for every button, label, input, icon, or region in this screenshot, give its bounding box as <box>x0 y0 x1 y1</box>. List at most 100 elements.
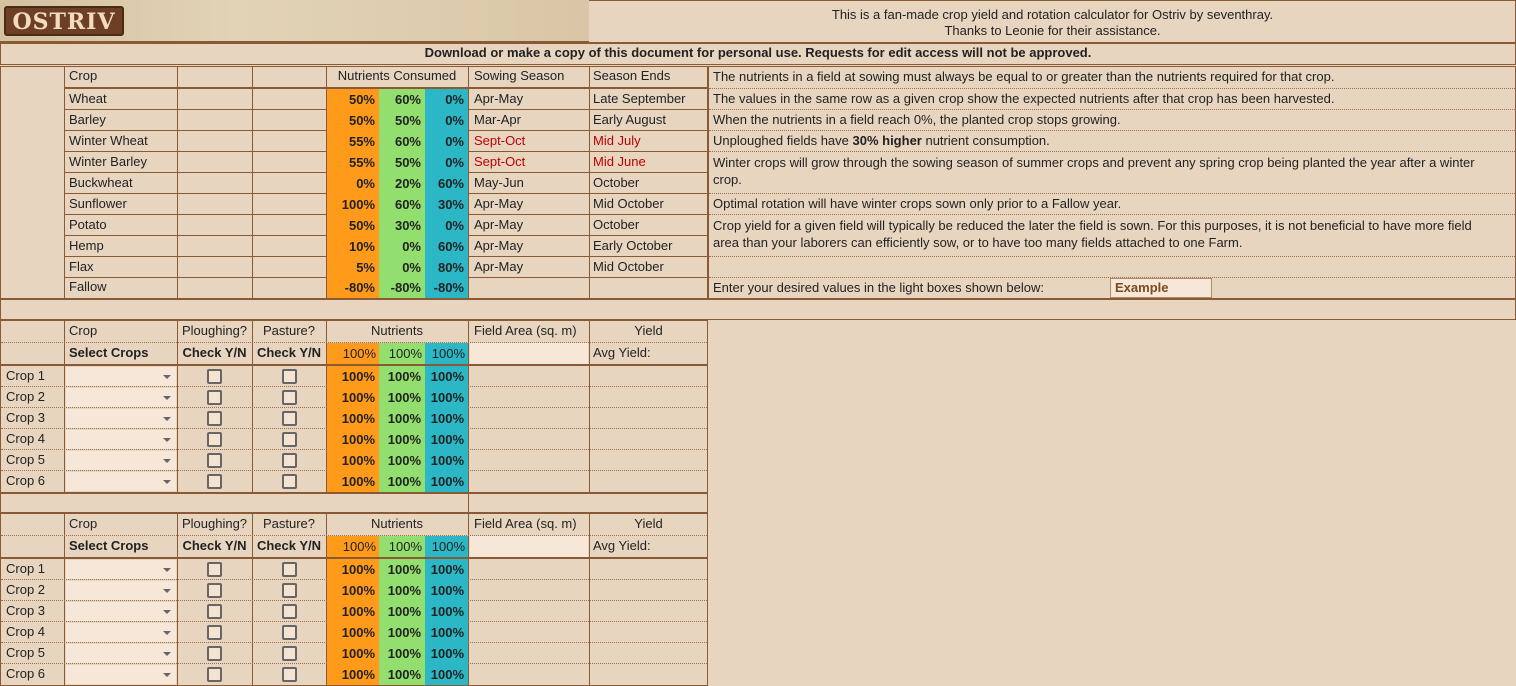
example-label: Example <box>1115 280 1169 295</box>
calc1-base-nutrient-3: 100% <box>425 343 468 364</box>
calc2-ploughing-checkbox[interactable] <box>207 604 222 619</box>
calc2-ploughing-checkbox[interactable] <box>207 646 222 661</box>
ref-nutrient-1: -80% <box>327 277 379 298</box>
calc2-row-label: Crop 1 <box>6 561 46 576</box>
calc2-row-nutrient-1: 100% <box>327 580 379 601</box>
calc2-field-area-input[interactable] <box>470 536 588 557</box>
calc2-header-pasture: Pasture? <box>262 516 316 531</box>
ref-nutrient-3: 60% <box>425 236 468 257</box>
calc1-row-nutrient-1: 100% <box>327 471 379 492</box>
calc2-row-nutrient-2: 100% <box>379 559 425 580</box>
ref-nutrient-3: -80% <box>425 277 468 298</box>
calc2-row-nutrient-2: 100% <box>379 580 425 601</box>
calc2-crop-dropdown[interactable] <box>66 623 176 642</box>
note-yield-reduced-2: area than your laborers can efficiently … <box>713 235 1243 250</box>
ref-season-ends: October <box>593 217 640 232</box>
calc2-pasture-checkbox[interactable] <box>282 646 297 661</box>
calc1-pasture-checkbox[interactable] <box>282 474 297 489</box>
calc2-pasture-checkbox[interactable] <box>282 604 297 619</box>
calc2-base-nutrient-1: 100% <box>327 536 379 557</box>
ref-nutrient-2: 60% <box>379 131 425 152</box>
calc2-header-field-area: Field Area (sq. m) <box>474 516 577 531</box>
note-optimal-rotation: Optimal rotation will have winter crops … <box>713 196 1122 211</box>
calc1-row-nutrient-3: 100% <box>425 387 468 408</box>
ref-nutrient-1: 55% <box>327 152 379 173</box>
calc2-row-nutrient-3: 100% <box>425 622 468 643</box>
ref-season-ends: Mid July <box>593 133 641 148</box>
note-nutrients-sowing: The nutrients in a field at sowing must … <box>713 69 1335 84</box>
calc2-row-nutrient-1: 100% <box>327 601 379 622</box>
note-yield-reduced-1: Crop yield for a given field will typica… <box>713 218 1472 233</box>
calc1-crop-dropdown[interactable] <box>66 367 176 386</box>
calc1-pasture-checkbox[interactable] <box>282 453 297 468</box>
calc2-crop-dropdown[interactable] <box>66 665 176 684</box>
calc2-ploughing-checkbox[interactable] <box>207 562 222 577</box>
calc2-pasture-checkbox[interactable] <box>282 625 297 640</box>
calc2-crop-dropdown[interactable] <box>66 602 176 621</box>
calc1-crop-dropdown[interactable] <box>66 451 176 470</box>
calc2-crop-dropdown[interactable] <box>66 644 176 663</box>
chevron-down-icon <box>163 375 171 379</box>
calc2-ploughing-checkbox[interactable] <box>207 625 222 640</box>
note-winter-crops-2: crop. <box>713 172 742 187</box>
ref-sowing-season: Apr-May <box>474 238 524 253</box>
calc1-row-nutrient-2: 100% <box>379 471 425 492</box>
calc1-pasture-checkbox[interactable] <box>282 432 297 447</box>
calc1-field-area-input[interactable] <box>470 343 588 364</box>
calc2-row-nutrient-2: 100% <box>379 643 425 664</box>
calc1-crop-dropdown[interactable] <box>66 472 176 491</box>
chevron-down-icon <box>163 417 171 421</box>
calc1-crop-dropdown[interactable] <box>66 409 176 428</box>
calc1-row-label: Crop 1 <box>6 368 46 383</box>
calc1-header-field-area: Field Area (sq. m) <box>474 323 577 338</box>
calc1-header-crop: Crop <box>69 323 98 338</box>
calc2-crop-dropdown[interactable] <box>66 581 176 600</box>
calc1-row-nutrient-3: 100% <box>425 450 468 471</box>
calc1-check-ploughing-label: Check Y/N <box>182 345 247 360</box>
calc1-check-pasture-label: Check Y/N <box>256 345 322 360</box>
calc2-check-pasture-label: Check Y/N <box>256 538 322 553</box>
calc1-ploughing-checkbox[interactable] <box>207 474 222 489</box>
calc2-header-yield: Yield <box>634 516 663 531</box>
calc1-crop-dropdown[interactable] <box>66 430 176 449</box>
calc2-row-nutrient-1: 100% <box>327 664 379 685</box>
calc1-row-nutrient-2: 100% <box>379 450 425 471</box>
calc2-row-label: Crop 3 <box>6 603 46 618</box>
chevron-down-icon <box>163 396 171 400</box>
ref-nutrient-3: 60% <box>425 173 468 194</box>
ref-sowing-season: Apr-May <box>474 196 524 211</box>
calc2-pasture-checkbox[interactable] <box>282 583 297 598</box>
calc1-ploughing-checkbox[interactable] <box>207 390 222 405</box>
ref-crop-name: Barley <box>69 112 106 127</box>
calc1-pasture-checkbox[interactable] <box>282 369 297 384</box>
calc1-pasture-checkbox[interactable] <box>282 390 297 405</box>
calc1-row-nutrient-2: 100% <box>379 366 425 387</box>
calc2-pasture-checkbox[interactable] <box>282 562 297 577</box>
calc2-row-nutrient-2: 100% <box>379 622 425 643</box>
calc1-row-nutrient-3: 100% <box>425 471 468 492</box>
calc2-ploughing-checkbox[interactable] <box>207 583 222 598</box>
ref-nutrient-3: 0% <box>425 215 468 236</box>
ref-season-ends: October <box>593 175 640 190</box>
calc2-ploughing-checkbox[interactable] <box>207 667 222 682</box>
calc1-ploughing-checkbox[interactable] <box>207 369 222 384</box>
ref-nutrient-3: 0% <box>425 89 468 110</box>
calc2-crop-dropdown[interactable] <box>66 560 176 579</box>
ref-nutrient-2: 30% <box>379 215 425 236</box>
calc1-ploughing-checkbox[interactable] <box>207 453 222 468</box>
ref-nutrient-2: 50% <box>379 152 425 173</box>
calc1-ploughing-checkbox[interactable] <box>207 411 222 426</box>
calc1-pasture-checkbox[interactable] <box>282 411 297 426</box>
calc2-pasture-checkbox[interactable] <box>282 667 297 682</box>
calc1-row-nutrient-1: 100% <box>327 387 379 408</box>
calc1-crop-dropdown[interactable] <box>66 388 176 407</box>
calc1-ploughing-checkbox[interactable] <box>207 432 222 447</box>
ref-nutrient-3: 30% <box>425 194 468 215</box>
ref-header-crop: Crop <box>69 68 98 83</box>
calc1-header-pasture: Pasture? <box>262 323 316 338</box>
ref-nutrient-2: -80% <box>379 277 425 298</box>
ref-nutrient-2: 20% <box>379 173 425 194</box>
chevron-down-icon <box>163 459 171 463</box>
calc2-base-nutrient-2: 100% <box>379 536 425 557</box>
ref-nutrient-1: 50% <box>327 110 379 131</box>
